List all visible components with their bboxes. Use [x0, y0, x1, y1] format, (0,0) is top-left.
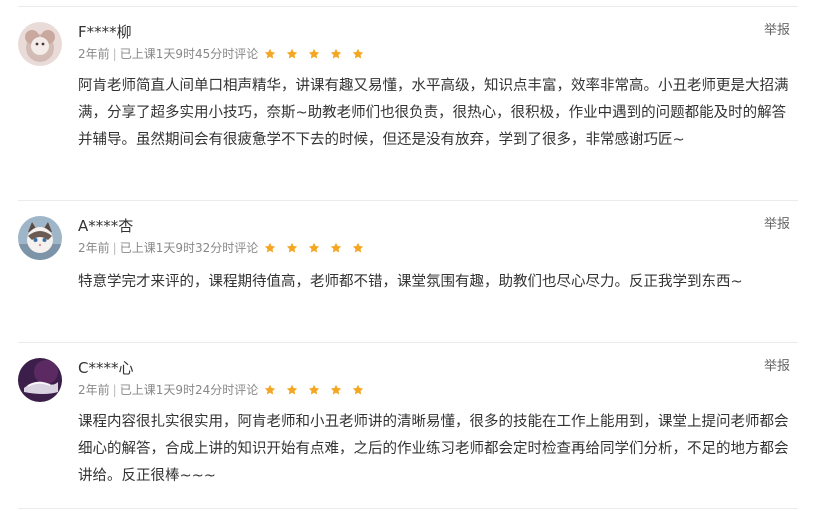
report-button[interactable]: 举报: [764, 217, 790, 233]
review-content: 阿肯老师简直人间单口相声精华，讲课有趣又易懂，水平高级，知识点丰富，效率非常高。…: [78, 78, 789, 148]
star-icon: [352, 48, 364, 60]
star-icon: [286, 242, 298, 254]
review-time: 2年前: [78, 383, 110, 397]
avatar[interactable]: [18, 358, 62, 402]
star-icon: [264, 48, 276, 60]
star-icon: [308, 384, 320, 396]
review-time: 2年前: [78, 241, 110, 255]
star-rating: [264, 240, 374, 256]
avatar[interactable]: [18, 216, 62, 260]
username: F****柳: [78, 23, 132, 41]
meta-separator: |: [112, 241, 117, 255]
review-time: 2年前: [78, 47, 110, 61]
star-rating: [264, 46, 374, 62]
review-content: 课程内容很扎实很实用，阿肯老师和小丑老师讲的清晰易懂，很多的技能在工作上能用到，…: [78, 414, 789, 484]
star-icon: [264, 384, 276, 396]
star-icon: [286, 48, 298, 60]
review-meta: 2年前 | 已上课1天9时45分时评论: [78, 46, 258, 62]
divider: [18, 508, 798, 509]
star-icon: [330, 384, 342, 396]
star-icon: [286, 384, 298, 396]
divider: [18, 6, 798, 7]
star-icon: [352, 384, 364, 396]
review-meta: 2年前 | 已上课1天9时24分时评论: [78, 382, 258, 398]
star-icon: [330, 48, 342, 60]
review-progress: 已上课1天9时45分时评论: [119, 47, 259, 61]
star-icon: [308, 242, 320, 254]
meta-separator: |: [112, 47, 117, 61]
divider: [18, 200, 798, 201]
report-button[interactable]: 举报: [764, 23, 790, 39]
review-progress: 已上课1天9时24分时评论: [119, 383, 259, 397]
star-rating: [264, 382, 374, 398]
review-progress: 已上课1天9时32分时评论: [119, 241, 259, 255]
star-icon: [264, 242, 276, 254]
meta-separator: |: [112, 383, 117, 397]
review-content: 特意学完才来评的，课程期待值高，老师都不错，课堂氛围有趣，助教们也尽心尽力。反正…: [78, 274, 743, 290]
report-button[interactable]: 举报: [764, 359, 790, 375]
star-icon: [352, 242, 364, 254]
divider: [18, 342, 798, 343]
avatar[interactable]: [18, 22, 62, 66]
star-icon: [308, 48, 320, 60]
username: C****心: [78, 359, 134, 377]
username: A****杏: [78, 217, 134, 235]
star-icon: [330, 242, 342, 254]
review-meta: 2年前 | 已上课1天9时32分时评论: [78, 240, 258, 256]
